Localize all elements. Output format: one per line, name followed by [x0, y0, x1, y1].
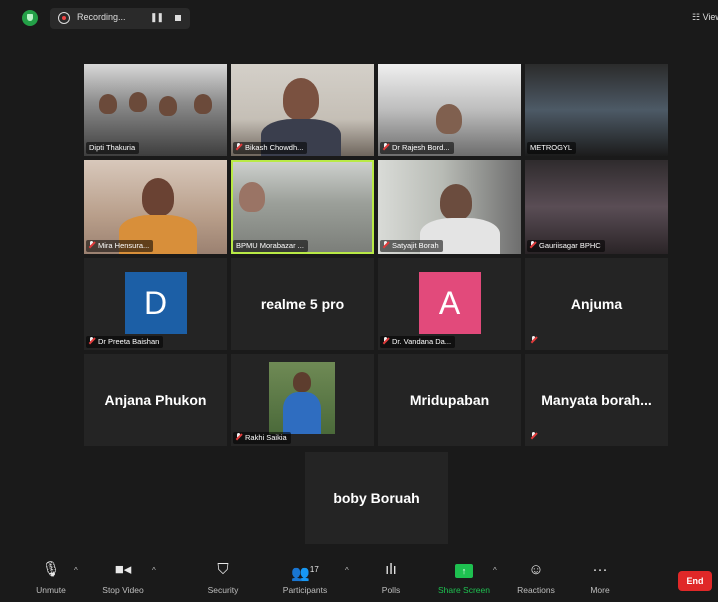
pause-recording-button[interactable]: ❚❚ — [150, 12, 164, 23]
video-options-chevron-icon[interactable]: ^ — [152, 566, 156, 575]
participant-tile[interactable]: A Dr. Vandana Da... — [378, 258, 521, 350]
participant-tile[interactable]: realme 5 pro — [231, 258, 374, 350]
share-screen-icon: ↑ — [429, 560, 499, 580]
audio-options-chevron-icon[interactable]: ^ — [74, 566, 78, 575]
participant-name: Dipti Thakuria — [86, 142, 140, 154]
participant-display-name: boby Boruah — [333, 490, 420, 506]
participant-name: Satyajit Borah — [380, 240, 443, 252]
view-button[interactable]: ☷ View — [692, 12, 718, 23]
participant-name: BPMU Morabazar ... — [233, 240, 308, 252]
muted-mic-icon — [531, 336, 537, 344]
stop-recording-button[interactable] — [175, 15, 181, 21]
participant-video-tile[interactable]: METROGYL — [525, 64, 668, 156]
encryption-shield-icon[interactable] — [22, 10, 38, 26]
participant-tile[interactable]: Anjuma — [525, 258, 668, 350]
participant-name: Gauriisagar BPHC — [527, 240, 605, 252]
participant-display-name: Anjana Phukon — [104, 392, 207, 408]
video-camera-icon: ■◂ — [114, 561, 132, 578]
muted-mic-icon — [236, 143, 242, 151]
polls-button[interactable]: ılı Polls — [356, 560, 426, 595]
participant-tile[interactable]: D Dr Preeta Baishan — [84, 258, 227, 350]
smiley-plus-icon: ☺ — [528, 561, 544, 578]
participant-display-name: Mridupaban — [409, 392, 490, 408]
more-button[interactable]: ··· More — [565, 560, 635, 595]
participant-name: Mira Hensura... — [86, 240, 154, 252]
muted-mic-icon — [236, 433, 242, 441]
participant-name: Dr. Vandana Da... — [380, 336, 456, 348]
active-speaker-video-tile[interactable]: BPMU Morabazar ... — [231, 160, 374, 254]
participant-video-tile[interactable]: Bikash Chowdh... — [231, 64, 374, 156]
recording-label: Recording... — [77, 12, 126, 22]
meeting-topbar: Recording... ❚❚ ☷ View — [0, 0, 718, 36]
participant-display-name: Manyata borah... — [541, 392, 652, 408]
participant-profile-photo — [269, 362, 335, 434]
reactions-button[interactable]: ☺ Reactions — [501, 560, 571, 595]
participant-avatar: A — [418, 272, 481, 334]
participant-video-tile[interactable]: Dipti Thakuria — [84, 64, 227, 156]
end-meeting-button[interactable]: End — [678, 571, 712, 591]
muted-mic-icon — [383, 337, 389, 345]
share-screen-button[interactable]: ↑ Share Screen — [429, 560, 499, 595]
participant-video-tile[interactable]: Gauriisagar BPHC — [525, 160, 668, 254]
shield-icon: ⛉ — [217, 561, 229, 578]
participants-options-chevron-icon[interactable]: ^ — [345, 566, 349, 575]
participant-tile[interactable]: Anjana Phukon — [84, 354, 227, 446]
participant-video-tile[interactable]: Dr Rajesh Bord... — [378, 64, 521, 156]
participant-display-name: realme 5 pro — [260, 296, 345, 312]
muted-mic-icon — [530, 241, 536, 249]
muted-mic-icon — [383, 241, 389, 249]
participant-tile[interactable]: Manyata borah... — [525, 354, 668, 446]
participant-video-tile[interactable]: Mira Hensura... — [84, 160, 227, 254]
participant-name: METROGYL — [527, 142, 577, 154]
participant-video-tile[interactable]: Satyajit Borah — [378, 160, 521, 254]
participant-name: Dr Preeta Baishan — [86, 336, 164, 348]
participant-tile[interactable]: Mridupaban — [378, 354, 521, 446]
participant-name: Dr Rajesh Bord... — [380, 142, 454, 154]
stop-video-button[interactable]: ■◂ Stop Video — [88, 560, 158, 595]
participant-name: Bikash Chowdh... — [233, 142, 308, 154]
recording-icon — [58, 12, 70, 24]
muted-mic-icon — [89, 241, 95, 249]
participant-tile[interactable]: Rakhi Saikia — [231, 354, 374, 446]
muted-mic-icon — [89, 337, 95, 345]
share-options-chevron-icon[interactable]: ^ — [493, 566, 497, 575]
security-button[interactable]: ⛉ Security — [188, 560, 258, 595]
muted-mic-icon — [383, 143, 389, 151]
bar-chart-icon: ılı — [385, 561, 397, 578]
participants-button[interactable]: 👥17 Participants — [270, 560, 340, 595]
more-dots-icon: ··· — [592, 561, 608, 578]
participants-count: 17 — [309, 565, 319, 574]
participants-icon: 👥17 — [291, 565, 319, 582]
recording-indicator: Recording... ❚❚ — [50, 8, 190, 29]
meeting-toolbar: 🎙 Unmute ^ ■◂ Stop Video ^ ⛉ Security 👥1… — [0, 556, 718, 602]
participant-avatar: D — [124, 272, 187, 334]
participant-name: Rakhi Saikia — [233, 432, 291, 444]
muted-mic-icon — [531, 432, 537, 440]
participant-tile[interactable]: boby Boruah — [305, 452, 448, 544]
participant-display-name: Anjuma — [570, 296, 623, 312]
